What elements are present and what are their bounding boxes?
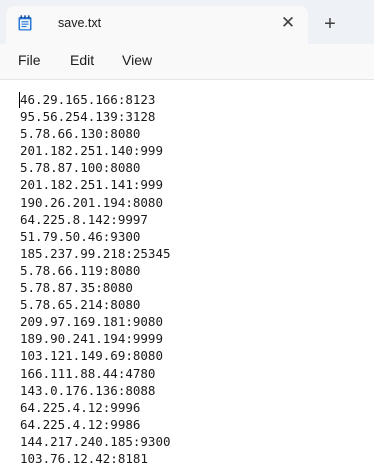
- text-line: 209.97.169.181:9080: [20, 314, 163, 330]
- text-caret: [19, 92, 20, 108]
- document-text[interactable]: 46.29.165.166:8123 95.56.254.139:3128 5.…: [20, 91, 171, 467]
- menu-view[interactable]: View: [122, 52, 152, 68]
- text-line: 144.217.240.185:9300: [20, 433, 171, 449]
- text-line: 103.121.149.69:8080: [20, 348, 163, 364]
- text-editor[interactable]: 46.29.165.166:8123 95.56.254.139:3128 5.…: [0, 80, 374, 470]
- text-line: 189.90.241.194:9999: [20, 331, 163, 347]
- text-line: 103.76.12.42:8181: [20, 450, 148, 466]
- text-line: 46.29.165.166:8123: [20, 92, 156, 107]
- close-tab-button[interactable]: ✕: [274, 10, 302, 38]
- tab-title: save.txt: [58, 16, 102, 30]
- text-line: 166.111.88.44:4780: [20, 365, 156, 381]
- text-line: 190.26.201.194:8080: [20, 194, 163, 210]
- text-line: 5.78.87.35:8080: [20, 280, 133, 296]
- tab-save-txt[interactable]: save.txt ✕: [6, 6, 308, 44]
- menu-file[interactable]: File: [18, 52, 41, 68]
- text-line: 201.182.251.140:999: [20, 143, 163, 159]
- text-line: 5.78.65.214:8080: [20, 297, 141, 313]
- text-line: 51.79.50.46:9300: [20, 228, 141, 244]
- text-line: 201.182.251.141:999: [20, 177, 163, 193]
- text-line: 185.237.99.218:25345: [20, 245, 171, 261]
- menu-bar: File Edit View: [0, 44, 374, 80]
- notepad-icon: [18, 15, 32, 31]
- text-line: 64.225.4.12:9986: [20, 416, 141, 432]
- notepad-window: save.txt ✕ + File Edit View 46.29.165.16…: [0, 0, 374, 470]
- text-line: 143.0.176.136:8088: [20, 382, 156, 398]
- text-line: 5.78.87.100:8080: [20, 160, 141, 176]
- text-line: 95.56.254.139:3128: [20, 109, 156, 125]
- new-tab-button[interactable]: +: [316, 11, 344, 39]
- text-line: 64.225.4.12:9996: [20, 399, 141, 415]
- tab-strip: save.txt ✕ +: [0, 0, 374, 44]
- menu-edit[interactable]: Edit: [70, 52, 94, 68]
- text-line: 5.78.66.119:8080: [20, 262, 141, 278]
- text-line: 5.78.66.130:8080: [20, 126, 141, 142]
- text-line: 64.225.8.142:9997: [20, 211, 148, 227]
